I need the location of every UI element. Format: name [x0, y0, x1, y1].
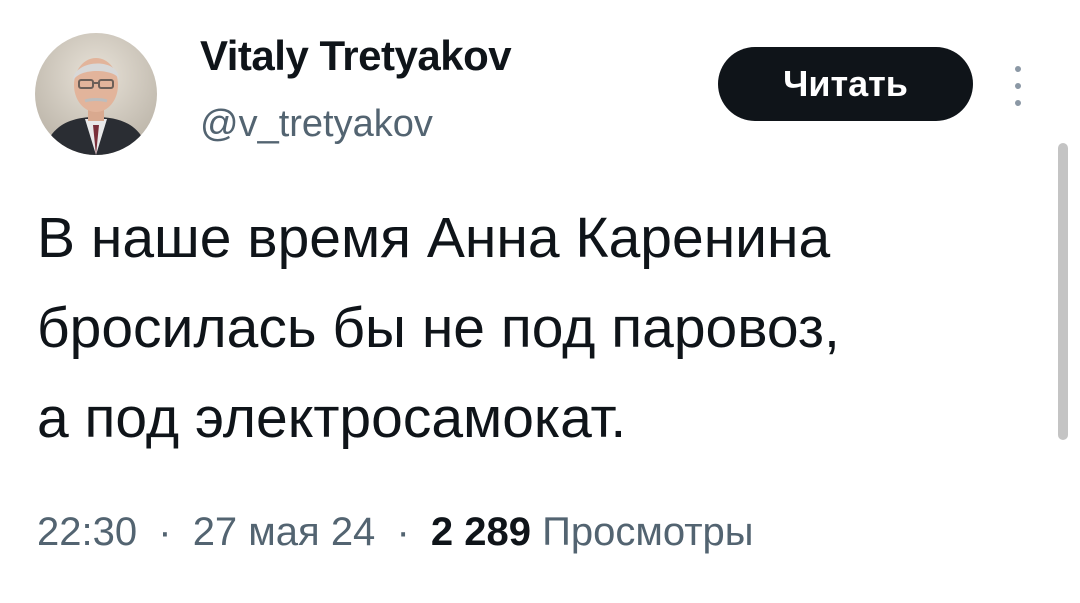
tweet-text-line: В наше время Анна Каренина [37, 206, 831, 270]
scrollbar[interactable] [1058, 143, 1068, 440]
tweet-card: Vitaly Tretyakov @v_tretyakov Читать В н… [0, 0, 1080, 603]
avatar[interactable] [35, 33, 157, 155]
more-dot-icon [1015, 100, 1021, 106]
author-handle[interactable]: @v_tretyakov [200, 103, 433, 146]
views-count: 2 289 [430, 510, 531, 554]
author-name[interactable]: Vitaly Tretyakov [200, 32, 512, 80]
views-label: Просмотры [542, 510, 754, 554]
tweet-meta: 22:30 · 27 мая 24 · 2 289 Просмотры [37, 510, 754, 555]
more-vertical-icon[interactable] [1006, 62, 1030, 110]
tweet-text-line: бросилась бы не под паровоз, [37, 296, 840, 360]
meta-separator: · [158, 510, 172, 554]
more-dot-icon [1015, 66, 1021, 72]
tweet-text-line: а под электросамокат. [37, 386, 627, 450]
tweet-date[interactable]: 27 мая 24 [193, 510, 376, 554]
meta-separator: · [396, 510, 410, 554]
tweet-text: В наше время Анна Каренина бросилась бы … [37, 193, 1037, 463]
follow-button[interactable]: Читать [718, 47, 973, 121]
tweet-time[interactable]: 22:30 [37, 510, 137, 554]
avatar-photo [35, 33, 157, 155]
more-dot-icon [1015, 83, 1021, 89]
